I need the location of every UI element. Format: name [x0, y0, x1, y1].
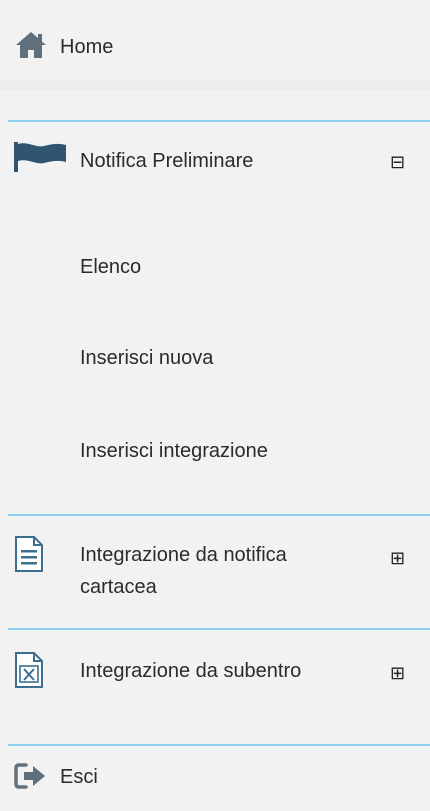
- menu-item-home[interactable]: Home: [0, 0, 430, 110]
- home-band: [0, 80, 430, 90]
- document-icon: [15, 536, 43, 572]
- sidebar-menu: Home Notifica Preliminare ⊟ Elenco Inser…: [0, 0, 430, 811]
- flag-icon: [14, 142, 66, 172]
- collapse-icon[interactable]: ⊟: [390, 152, 405, 172]
- home-icon: [16, 32, 46, 58]
- menu-item-integrazione-cartacea[interactable]: Integrazione da notifica cartacea ⊞: [0, 516, 430, 626]
- excel-file-icon: [15, 652, 43, 688]
- home-label: Home: [60, 36, 114, 58]
- expand-icon[interactable]: ⊞: [390, 663, 405, 683]
- submenu-item-elenco[interactable]: Elenco: [80, 254, 141, 280]
- notifica-label: Notifica Preliminare: [80, 150, 254, 172]
- menu-item-esci[interactable]: Esci: [0, 746, 430, 811]
- menu-item-integrazione-subentro[interactable]: Integrazione da subentro ⊞: [0, 630, 430, 730]
- sign-out-icon: [14, 763, 45, 789]
- integrazione-subentro-label: Integrazione da subentro: [80, 660, 302, 682]
- integrazione-cartacea-label-1: Integrazione da notifica: [80, 544, 287, 566]
- integrazione-cartacea-label-2: cartacea: [80, 576, 157, 598]
- menu-item-notifica-preliminare[interactable]: Notifica Preliminare ⊟: [0, 122, 430, 202]
- esci-label: Esci: [60, 766, 98, 788]
- expand-icon[interactable]: ⊞: [390, 548, 405, 568]
- submenu-item-inserisci-nuova[interactable]: Inserisci nuova: [80, 345, 213, 371]
- submenu-item-inserisci-integrazione[interactable]: Inserisci integrazione: [80, 438, 268, 464]
